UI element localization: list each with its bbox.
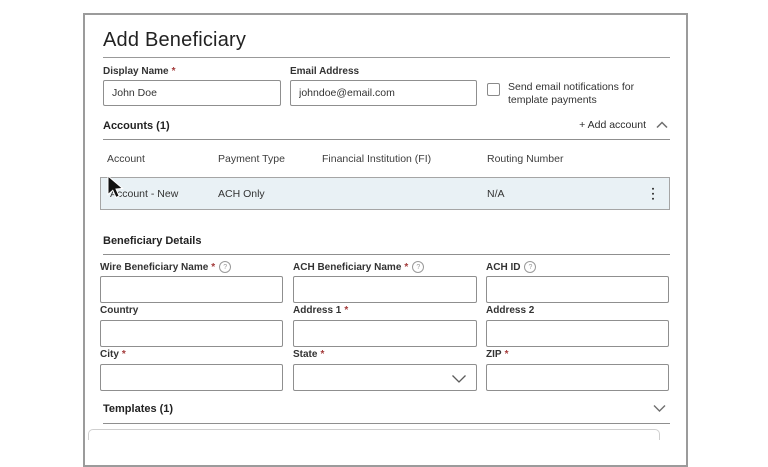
column-header-account: Account: [107, 153, 145, 165]
address1-label: Address 1*: [293, 305, 348, 316]
title-divider: [103, 57, 670, 58]
templates-section-title: Templates (1): [103, 403, 173, 415]
beneficiary-details-title: Beneficiary Details: [103, 235, 201, 247]
city-input[interactable]: [100, 364, 283, 391]
account-table-row[interactable]: Account - New ACH Only N/A: [100, 177, 670, 210]
accounts-divider: [103, 139, 670, 140]
required-asterisk: *: [404, 262, 408, 273]
email-address-label: Email Address: [290, 66, 359, 77]
templates-divider: [103, 423, 670, 424]
chevron-up-icon[interactable]: [656, 121, 668, 129]
routing-number-cell: N/A: [487, 188, 505, 200]
email-notifications-label: Send email notifications for template pa…: [508, 81, 660, 107]
state-select[interactable]: [293, 364, 477, 391]
templates-table-partial: [88, 429, 660, 440]
required-asterisk: *: [505, 349, 509, 360]
wire-beneficiary-name-input[interactable]: [100, 276, 283, 303]
ach-beneficiary-name-input[interactable]: [293, 276, 477, 303]
add-beneficiary-panel: Add Beneficiary Display Name* Email Addr…: [83, 13, 688, 467]
ach-beneficiary-name-label: ACH Beneficiary Name* ?: [293, 261, 424, 273]
column-header-financial-institution: Financial Institution (FI): [322, 153, 431, 165]
country-label: Country: [100, 305, 138, 316]
chevron-down-icon: [451, 374, 467, 384]
column-header-routing-number: Routing Number: [487, 153, 563, 165]
wire-beneficiary-name-label: Wire Beneficiary Name* ?: [100, 261, 231, 273]
accounts-section-title: Accounts (1): [103, 120, 170, 132]
email-address-input[interactable]: [290, 80, 477, 106]
display-name-input[interactable]: [103, 80, 281, 106]
required-asterisk: *: [320, 349, 324, 360]
ach-id-label: ACH ID ?: [486, 261, 536, 273]
address2-label: Address 2: [486, 305, 534, 316]
zip-input[interactable]: [486, 364, 669, 391]
zip-label: ZIP*: [486, 349, 508, 360]
column-header-payment-type: Payment Type: [218, 153, 285, 165]
chevron-down-icon[interactable]: [653, 404, 666, 413]
required-asterisk: *: [122, 349, 126, 360]
address1-input[interactable]: [293, 320, 477, 347]
address2-input[interactable]: [486, 320, 669, 347]
info-icon[interactable]: ?: [524, 261, 536, 273]
payment-type-cell: ACH Only: [218, 188, 265, 200]
info-icon[interactable]: ?: [412, 261, 424, 273]
required-asterisk: *: [172, 66, 176, 77]
page-title: Add Beneficiary: [103, 29, 246, 52]
state-label: State*: [293, 349, 324, 360]
ach-id-input[interactable]: [486, 276, 669, 303]
add-account-button[interactable]: + Add account: [579, 119, 646, 131]
mouse-cursor-icon: [106, 175, 128, 201]
city-label: City*: [100, 349, 126, 360]
required-asterisk: *: [211, 262, 215, 273]
display-name-label: Display Name*: [103, 66, 176, 77]
row-actions-kebab-button[interactable]: [649, 184, 658, 203]
email-notifications-checkbox[interactable]: [487, 83, 500, 96]
country-input[interactable]: [100, 320, 283, 347]
required-asterisk: *: [344, 305, 348, 316]
info-icon[interactable]: ?: [219, 261, 231, 273]
beneficiary-divider: [103, 254, 670, 255]
